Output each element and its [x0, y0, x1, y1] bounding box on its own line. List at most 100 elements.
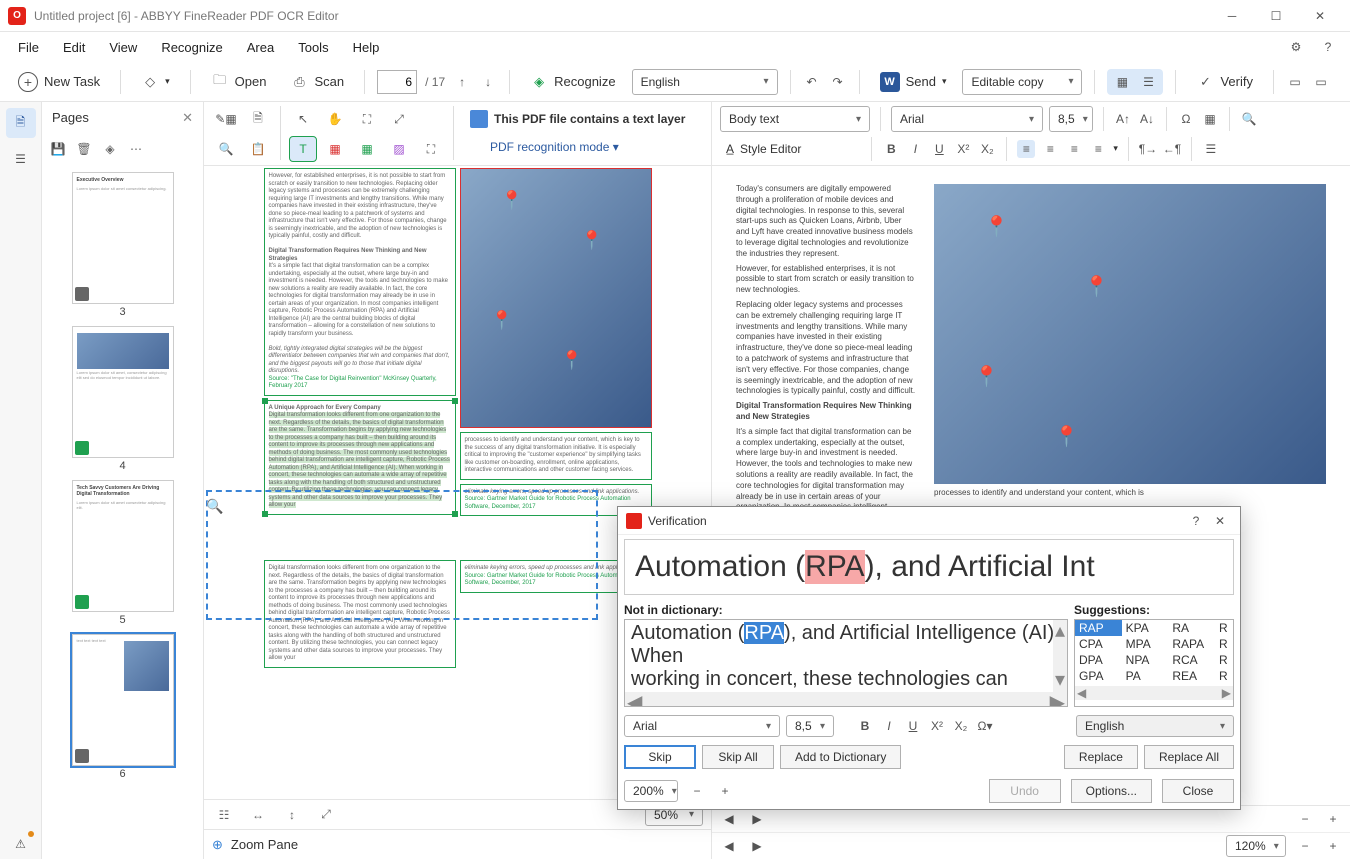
zoom-minus-icon[interactable]: − — [1296, 837, 1314, 855]
suggestion-item[interactable]: DPA — [1075, 652, 1122, 668]
hresize-icon[interactable]: ↔ — [246, 803, 270, 827]
page-down-icon[interactable]: ↓ — [479, 73, 497, 91]
recognize-button[interactable]: ◈ Recognize — [522, 69, 623, 95]
dialog-close-button[interactable]: Close — [1162, 779, 1234, 803]
next-err-icon[interactable]: ▶ — [748, 810, 766, 828]
menu-edit[interactable]: Edit — [53, 36, 95, 59]
scan-button[interactable]: ⎙ Scan — [282, 69, 352, 95]
suggestion-item[interactable]: PA — [1122, 668, 1169, 684]
save-icon[interactable]: 💾 — [50, 141, 66, 157]
menu-help[interactable]: Help — [343, 36, 390, 59]
align-center-icon[interactable]: ≡ — [1041, 140, 1059, 158]
skip-button[interactable]: Skip — [624, 745, 696, 769]
vresize-icon[interactable]: ↕ — [280, 803, 304, 827]
edit-image-icon[interactable]: ✎▦ — [212, 106, 240, 132]
suggestions-list[interactable]: RAP KPA RA R CPA MPA RAPA R DPA NPA RCA … — [1074, 619, 1234, 707]
table-area-icon[interactable]: ▦ — [353, 136, 381, 162]
suggestion-item[interactable]: R — [1215, 620, 1233, 636]
expand-icon[interactable]: ⤢ — [385, 106, 413, 132]
suggestion-item[interactable]: RA — [1168, 620, 1215, 636]
thumbnail-4[interactable]: Lorem ipsum dolor sit amet, consectetur … — [72, 326, 174, 458]
suggestion-item[interactable]: R — [1215, 668, 1233, 684]
verif-font-select[interactable]: Arial▾ — [624, 715, 780, 737]
zoom-pane-bar[interactable]: ⊕ Zoom Pane — [204, 829, 711, 859]
italic-icon[interactable]: I — [906, 140, 924, 158]
add-to-dictionary-button[interactable]: Add to Dictionary — [780, 745, 901, 769]
more-icon[interactable]: ⋯ — [128, 141, 144, 157]
font-select[interactable]: Arial▾ — [891, 106, 1043, 132]
options-button[interactable]: Options... — [1071, 779, 1152, 803]
nav-next-icon[interactable]: ▶ — [748, 837, 766, 855]
suggestion-item[interactable]: R — [1215, 652, 1233, 668]
suggestion-item[interactable]: CPA — [1075, 636, 1122, 652]
menu-tools[interactable]: Tools — [288, 36, 338, 59]
bold-icon[interactable]: B — [882, 140, 900, 158]
fullscreen-icon[interactable]: ⛶ — [417, 136, 445, 162]
thumbnail-6[interactable]: text text text text — [72, 634, 174, 766]
add-pages-button[interactable]: ◇▾ — [133, 69, 178, 95]
redo-icon[interactable]: ↷ — [829, 73, 847, 91]
align-right-icon[interactable]: ≡ — [1065, 140, 1083, 158]
props-icon[interactable]: ☰ — [1202, 140, 1220, 158]
minimize-button[interactable]: ─ — [1210, 0, 1254, 32]
style-editor-button[interactable]: A̲ Style Editor — [720, 142, 807, 156]
suggestion-item[interactable]: KPA — [1122, 620, 1169, 636]
verif-zoom-in-icon[interactable]: + — [716, 782, 734, 800]
verif-sup-icon[interactable]: X² — [928, 717, 946, 735]
minus-icon[interactable]: − — [1296, 810, 1314, 828]
pdf-mode-link[interactable]: PDF recognition mode ▾ — [490, 140, 619, 154]
text-area-icon[interactable]: T — [289, 136, 317, 162]
verif-underline-icon[interactable]: U — [904, 717, 922, 735]
close-button[interactable]: ✕ — [1298, 0, 1342, 32]
settings-icon[interactable]: ⚙ — [1282, 33, 1310, 61]
dialog-titlebar[interactable]: Verification ? ✕ — [618, 507, 1240, 535]
dialog-close-icon[interactable]: ✕ — [1208, 509, 1232, 533]
menu-recognize[interactable]: Recognize — [151, 36, 232, 59]
align-left-icon[interactable]: ≡ — [1017, 140, 1035, 158]
verif-size-select[interactable]: 8,5▾ — [786, 715, 834, 737]
nav-prev-icon[interactable]: ◀ — [720, 837, 738, 855]
prev-err-icon[interactable]: ◀ — [720, 810, 738, 828]
plus-icon[interactable]: + — [1324, 810, 1342, 828]
text-area-dup[interactable]: Digital transformation looks different f… — [264, 560, 456, 668]
crop-icon[interactable]: ⛶ — [353, 106, 381, 132]
ltr-icon[interactable]: ¶→ — [1139, 140, 1157, 158]
suggestion-item[interactable]: MPA — [1122, 636, 1169, 652]
pic-icon[interactable]: ▦ — [1201, 110, 1219, 128]
omega-icon[interactable]: Ω — [1177, 110, 1195, 128]
thumbnail-5[interactable]: Tech Savvy Customers Are Driving Digital… — [72, 480, 174, 612]
replace-button[interactable]: Replace — [1064, 745, 1138, 769]
size-select[interactable]: 8,5▾ — [1049, 106, 1093, 132]
thumbnail-3[interactable]: Executive OverviewLorem ipsum dolor sit … — [72, 172, 174, 304]
tree-icon[interactable]: ☷ — [212, 803, 236, 827]
zoom-plus-icon[interactable]: + — [1324, 837, 1342, 855]
verification-text[interactable]: Automation (RPA), and Artificial Intelli… — [624, 619, 1068, 707]
align-justify-icon[interactable]: ≡ — [1089, 140, 1107, 158]
language-select[interactable]: English▾ — [632, 69, 778, 95]
undo-button[interactable]: Undo — [989, 779, 1061, 803]
copy-area-icon[interactable]: 🗎 — [244, 106, 272, 132]
suggestion-item[interactable]: RCA — [1168, 652, 1215, 668]
subscript-icon[interactable]: X₂ — [978, 140, 996, 158]
suggestion-item[interactable]: NPA — [1122, 652, 1169, 668]
superscript-icon[interactable]: X² — [954, 140, 972, 158]
verif-sub-icon[interactable]: X₂ — [952, 717, 970, 735]
maximize-button[interactable]: ☐ — [1254, 0, 1298, 32]
suggestion-item[interactable]: R — [1215, 636, 1233, 652]
skip-all-button[interactable]: Skip All — [702, 745, 774, 769]
menu-file[interactable]: File — [8, 36, 49, 59]
mode-select[interactable]: Editable copy▾ — [962, 69, 1082, 95]
page-up-icon[interactable]: ↑ — [453, 73, 471, 91]
text-area-3[interactable]: processes to identify and understand you… — [460, 432, 652, 480]
warnings-icon[interactable]: ⚠ — [6, 829, 36, 859]
page-number-input[interactable] — [377, 70, 417, 94]
verif-lang-select[interactable]: English▾ — [1076, 715, 1234, 737]
verif-italic-icon[interactable]: I — [880, 717, 898, 735]
layout-toggle[interactable]: ▦ ☰ — [1107, 69, 1163, 95]
dialog-help-icon[interactable]: ? — [1184, 509, 1208, 533]
style-select[interactable]: Body text▾ — [720, 106, 870, 132]
increase-font-icon[interactable]: A↑ — [1114, 110, 1132, 128]
verify-button[interactable]: ✓ Verify — [1188, 69, 1261, 95]
delete-icon[interactable]: 🗑 — [76, 141, 92, 157]
text-area-1[interactable]: However, for established enterprises, it… — [264, 168, 456, 396]
